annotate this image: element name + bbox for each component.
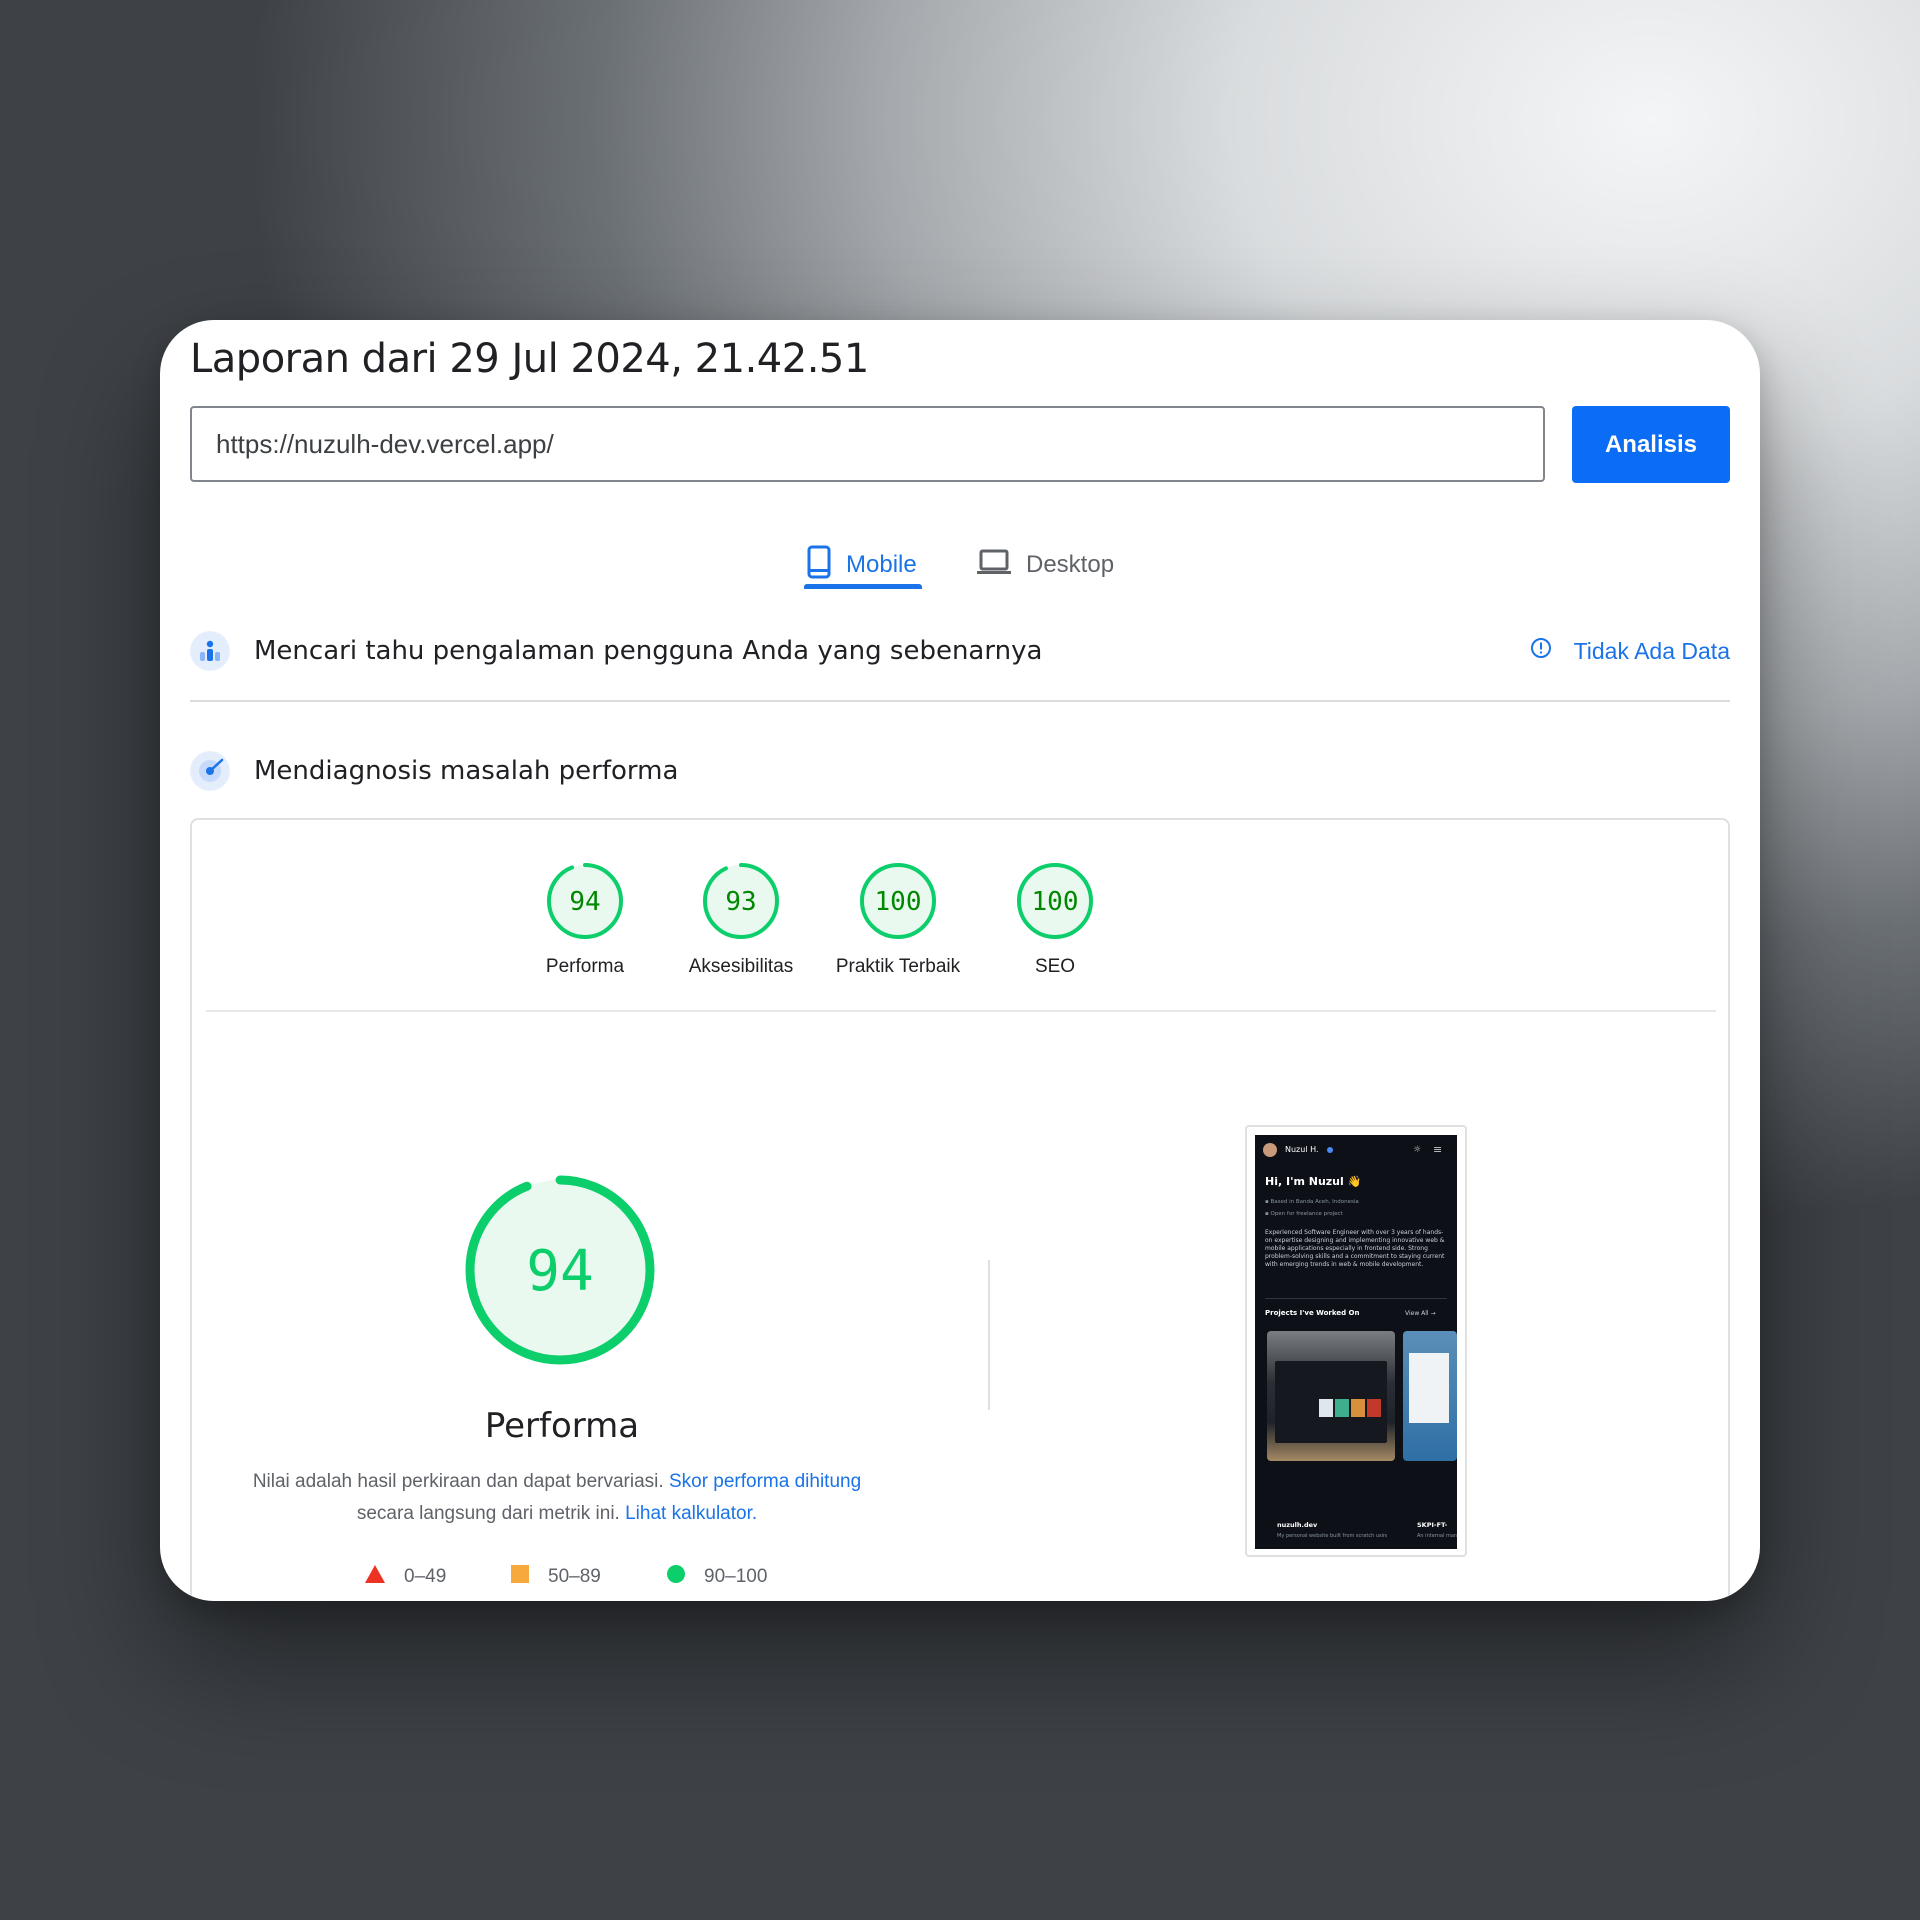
score-description: Nilai adalah hasil perkiraan dan dapat b…	[232, 1466, 882, 1530]
legend-pass: 90–100	[666, 1564, 767, 1590]
desc-text-2: secara langsung dari metrik ini.	[356, 1503, 620, 1524]
bio-text: Experienced Software Engineer with over …	[1265, 1229, 1445, 1268]
gauge-label: Performa	[545, 956, 625, 977]
final-screenshot: Nuzul H. ☼ ≡ Hi, I'm Nuzul 👋 ▪ Based in …	[1245, 1125, 1467, 1557]
screenshot-heading: Hi, I'm Nuzul 👋	[1265, 1175, 1362, 1188]
gauge-label: Praktik Terbaik	[835, 956, 961, 977]
tab-desktop-label: Desktop	[1026, 551, 1115, 578]
card2-title: SKPI-FT-	[1417, 1521, 1448, 1529]
vertical-separator	[988, 1260, 990, 1410]
main-score-value: 94	[526, 1239, 593, 1304]
site-name: Nuzul H.	[1285, 1145, 1319, 1154]
panel-divider	[206, 1010, 1716, 1012]
card2-desc: An internal management...	[1417, 1533, 1457, 1539]
crux-users-icon	[190, 631, 230, 671]
lab-data-section: Mendiagnosis masalah performa	[190, 751, 1730, 791]
triangle-icon	[364, 1564, 386, 1590]
gauge-1-value: 93	[725, 887, 756, 917]
no-data-link[interactable]: Tidak Ada Data	[1530, 637, 1730, 665]
square-icon	[510, 1564, 530, 1590]
legend-pass-range: 90–100	[704, 1566, 768, 1587]
legend-fail: 0–49	[364, 1564, 446, 1590]
report-title: Laporan dari 29 Jul 2024, 21.42.51	[190, 336, 869, 382]
smartphone-icon	[806, 545, 832, 586]
desc-text-1: Nilai adalah hasil perkiraan dan dapat b…	[252, 1471, 664, 1492]
projects-title: Projects I've Worked On	[1265, 1309, 1360, 1317]
screenshot-content: Nuzul H. ☼ ≡ Hi, I'm Nuzul 👋 ▪ Based in …	[1255, 1135, 1457, 1549]
card1-title: nuzulh.dev	[1277, 1521, 1318, 1529]
main-gauge: 94	[460, 1170, 660, 1370]
card1-desc: My personal website built from scratch u…	[1277, 1533, 1387, 1539]
view-all-link: View All →	[1405, 1310, 1436, 1317]
lighthouse-panel: 94 Performa 93 Aksesibilitas 100 Praktik Terb…	[190, 818, 1730, 1601]
no-data-label: Tidak Ada Data	[1573, 637, 1730, 664]
tab-mobile[interactable]: Mobile	[806, 530, 917, 600]
tab-desktop[interactable]: Desktop	[976, 530, 1114, 600]
field-data-title: Mencari tahu pengalaman pengguna Anda ya…	[254, 636, 1043, 666]
diagnose-icon	[190, 751, 230, 791]
gauge-2-value: 100	[875, 887, 922, 917]
gauge-0-value: 94	[569, 887, 600, 917]
tab-mobile-label: Mobile	[846, 551, 917, 578]
active-tab-indicator	[804, 584, 922, 589]
legend-average-range: 50–89	[548, 1566, 601, 1587]
score-calc-link[interactable]: Skor performa dihitung	[669, 1471, 861, 1492]
device-tabs: Mobile Desktop	[160, 530, 1760, 610]
project-card-image	[1267, 1331, 1395, 1461]
gauge-performa[interactable]: 94 Performa	[510, 860, 660, 978]
report-card: Laporan dari 29 Jul 2024, 21.42.51 Anali…	[160, 320, 1760, 1601]
url-input[interactable]	[190, 406, 1545, 482]
gauge-praktik-terbaik[interactable]: 100 Praktik Terbaik	[823, 860, 973, 978]
legend-average: 50–89	[510, 1564, 601, 1590]
info-icon	[1530, 637, 1552, 665]
menu-icon: ≡	[1433, 1143, 1443, 1156]
gauge-label: SEO	[1034, 956, 1076, 977]
lab-data-title: Mendiagnosis masalah performa	[254, 756, 679, 786]
sun-icon: ☼	[1413, 1145, 1422, 1155]
project-card-2-image	[1403, 1331, 1457, 1461]
section-divider	[190, 700, 1730, 702]
main-score-label: Performa	[484, 1406, 640, 1446]
bullet-freelance: Open for freelance project	[1270, 1211, 1343, 1217]
legend-fail-range: 0–49	[404, 1566, 447, 1587]
gauge-seo[interactable]: 100 SEO	[980, 860, 1130, 978]
calculator-link[interactable]: Lihat kalkulator.	[625, 1503, 757, 1524]
gauge-label: Aksesibilitas	[688, 956, 794, 977]
laptop-icon	[976, 548, 1012, 583]
avatar	[1263, 1143, 1277, 1157]
field-data-section: Mencari tahu pengalaman pengguna Anda ya…	[190, 631, 1730, 671]
gauge-3-value: 100	[1032, 887, 1079, 917]
circle-icon	[666, 1564, 686, 1590]
gauge-aksesibilitas[interactable]: 93 Aksesibilitas	[666, 860, 816, 978]
bullet-location: Based in Banda Aceh, Indonesia	[1270, 1199, 1359, 1205]
analyze-button[interactable]: Analisis	[1572, 406, 1730, 483]
verified-badge-icon	[1327, 1147, 1333, 1153]
